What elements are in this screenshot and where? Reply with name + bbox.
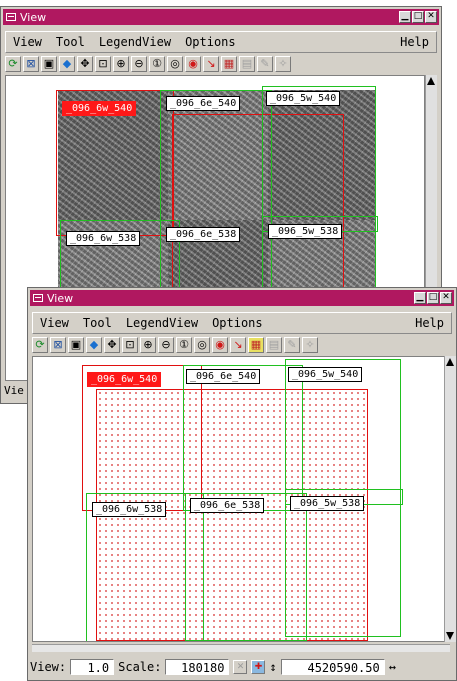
tile-label[interactable]: _096_6w_540 <box>87 372 162 387</box>
tile-boundary <box>185 493 307 641</box>
full-extent-icon[interactable]: ⊠ <box>50 337 66 353</box>
menu-help[interactable]: Help <box>408 316 451 330</box>
front-view-window[interactable]: View ▁ □ ✕ View Tool LegendView Options … <box>27 287 457 681</box>
window-icon[interactable]: ▣ <box>41 56 57 72</box>
toolbar: ⟳ ⊠ ▣ ◆ ✥ ⊡ ⊕ ⊖ ① ◎ ◉ ↘ ▦ ▤ ✎ ✧ <box>5 55 291 73</box>
select-icon[interactable]: ◆ <box>86 337 102 353</box>
tile-label[interactable]: _096_6w_538 <box>92 502 167 517</box>
zoom-1x-icon[interactable]: ① <box>176 337 192 353</box>
menu-options[interactable]: Options <box>205 316 270 330</box>
view-zoom-field[interactable]: 1.0 <box>70 659 115 675</box>
zoom-out-icon[interactable]: ⊖ <box>158 337 174 353</box>
grid-icon[interactable]: ▤ <box>266 337 282 353</box>
locate-icon[interactable]: ◉ <box>212 337 228 353</box>
scroll-down-arrow-icon[interactable] <box>446 632 454 640</box>
tile-label[interactable]: _096_5w_538 <box>290 496 365 511</box>
zoom-box-icon[interactable]: ⊡ <box>122 337 138 353</box>
tile-label[interactable]: _096_6w_540 <box>62 101 137 116</box>
minimize-icon[interactable]: ▁ <box>414 292 426 304</box>
zoom-previous-icon[interactable]: ◎ <box>167 56 183 72</box>
coordinate-target-icon[interactable]: ✚ <box>251 660 266 674</box>
status-bar: View: 1.0 Scale: 180180 ✕ ✚ ↕ 4520590.50… <box>30 657 454 677</box>
tile-label[interactable]: _096_6e_538 <box>190 498 265 513</box>
pan-icon[interactable]: ✥ <box>77 56 93 72</box>
menu-bar: View Tool LegendView Options Help <box>32 312 452 334</box>
redraw-icon[interactable]: ⟳ <box>5 56 21 72</box>
zoom-out-icon[interactable]: ⊖ <box>131 56 147 72</box>
pencil-icon[interactable]: ✎ <box>284 337 300 353</box>
menu-legendview[interactable]: LegendView <box>119 316 205 330</box>
status-view-label: Vie <box>4 384 24 397</box>
maximize-icon[interactable]: □ <box>412 11 424 23</box>
pencil-icon[interactable]: ✎ <box>257 56 273 72</box>
scroll-up-arrow-icon[interactable] <box>427 77 435 85</box>
tile-label[interactable]: _096_6e_540 <box>186 369 261 384</box>
tile-label[interactable]: _096_6w_538 <box>66 231 141 246</box>
title-bar[interactable]: View ▁ □ ✕ <box>30 290 454 306</box>
tile-label[interactable]: _096_6e_538 <box>166 227 241 242</box>
measure-icon[interactable]: ✧ <box>302 337 318 353</box>
window-icon[interactable]: ▣ <box>68 337 84 353</box>
tile-label[interactable]: _096_5w_540 <box>266 91 341 106</box>
tile-label[interactable]: _096_5w_538 <box>268 224 343 239</box>
arrow-tool-icon[interactable]: ↘ <box>203 56 219 72</box>
map-canvas[interactable]: _096_6w_540 _096_6e_540 _096_5w_540 _096… <box>32 356 450 642</box>
full-extent-icon[interactable]: ⊠ <box>23 56 39 72</box>
zoom-previous-icon[interactable]: ◎ <box>194 337 210 353</box>
zoom-1x-icon[interactable]: ① <box>149 56 165 72</box>
coordinate-field[interactable]: 4520590.50 <box>280 659 385 675</box>
menu-tool[interactable]: Tool <box>76 316 119 330</box>
menu-tool[interactable]: Tool <box>49 35 92 49</box>
close-icon[interactable]: ✕ <box>440 292 452 304</box>
horizontal-scrollbar[interactable] <box>32 644 450 652</box>
menu-bar: View Tool LegendView Options Help <box>5 31 437 53</box>
vertical-axis-icon: ↕ <box>269 660 277 674</box>
arrow-tool-icon[interactable]: ↘ <box>230 337 246 353</box>
menu-view[interactable]: View <box>33 316 76 330</box>
window-title: View <box>47 291 74 305</box>
redraw-icon[interactable]: ⟳ <box>32 337 48 353</box>
layer-icon[interactable]: ▦ <box>221 56 237 72</box>
horizontal-axis-icon: ↔ <box>388 660 396 674</box>
grid-icon[interactable]: ▤ <box>239 56 255 72</box>
scale-lock-icon[interactable]: ✕ <box>233 660 248 674</box>
title-bar[interactable]: View ▁ □ ✕ <box>3 9 439 25</box>
menu-view[interactable]: View <box>6 35 49 49</box>
minimize-icon[interactable]: ▁ <box>399 11 411 23</box>
view-zoom-label: View: <box>30 660 67 674</box>
window-menu-icon[interactable] <box>6 13 16 21</box>
menu-options[interactable]: Options <box>178 35 243 49</box>
menu-legendview[interactable]: LegendView <box>92 35 178 49</box>
scale-label: Scale: <box>118 660 162 674</box>
window-menu-icon[interactable] <box>33 294 43 302</box>
scale-field[interactable]: 180180 <box>165 659 230 675</box>
select-icon[interactable]: ◆ <box>59 56 75 72</box>
close-icon[interactable]: ✕ <box>425 11 437 23</box>
scroll-up-arrow-icon[interactable] <box>446 358 454 366</box>
tile-label[interactable]: _096_6e_540 <box>166 96 241 111</box>
window-title: View <box>20 10 47 24</box>
zoom-box-icon[interactable]: ⊡ <box>95 56 111 72</box>
layer-icon[interactable]: ▦ <box>248 337 264 353</box>
zoom-in-icon[interactable]: ⊕ <box>113 56 129 72</box>
vertical-scrollbar[interactable] <box>444 356 456 642</box>
maximize-icon[interactable]: □ <box>427 292 439 304</box>
pan-icon[interactable]: ✥ <box>104 337 120 353</box>
measure-icon[interactable]: ✧ <box>275 56 291 72</box>
menu-help[interactable]: Help <box>393 35 436 49</box>
locate-icon[interactable]: ◉ <box>185 56 201 72</box>
toolbar: ⟳ ⊠ ▣ ◆ ✥ ⊡ ⊕ ⊖ ① ◎ ◉ ↘ ▦ ▤ ✎ ✧ <box>32 336 318 354</box>
tile-label[interactable]: _096_5w_540 <box>288 367 363 382</box>
zoom-in-icon[interactable]: ⊕ <box>140 337 156 353</box>
tile-boundary <box>262 86 376 292</box>
